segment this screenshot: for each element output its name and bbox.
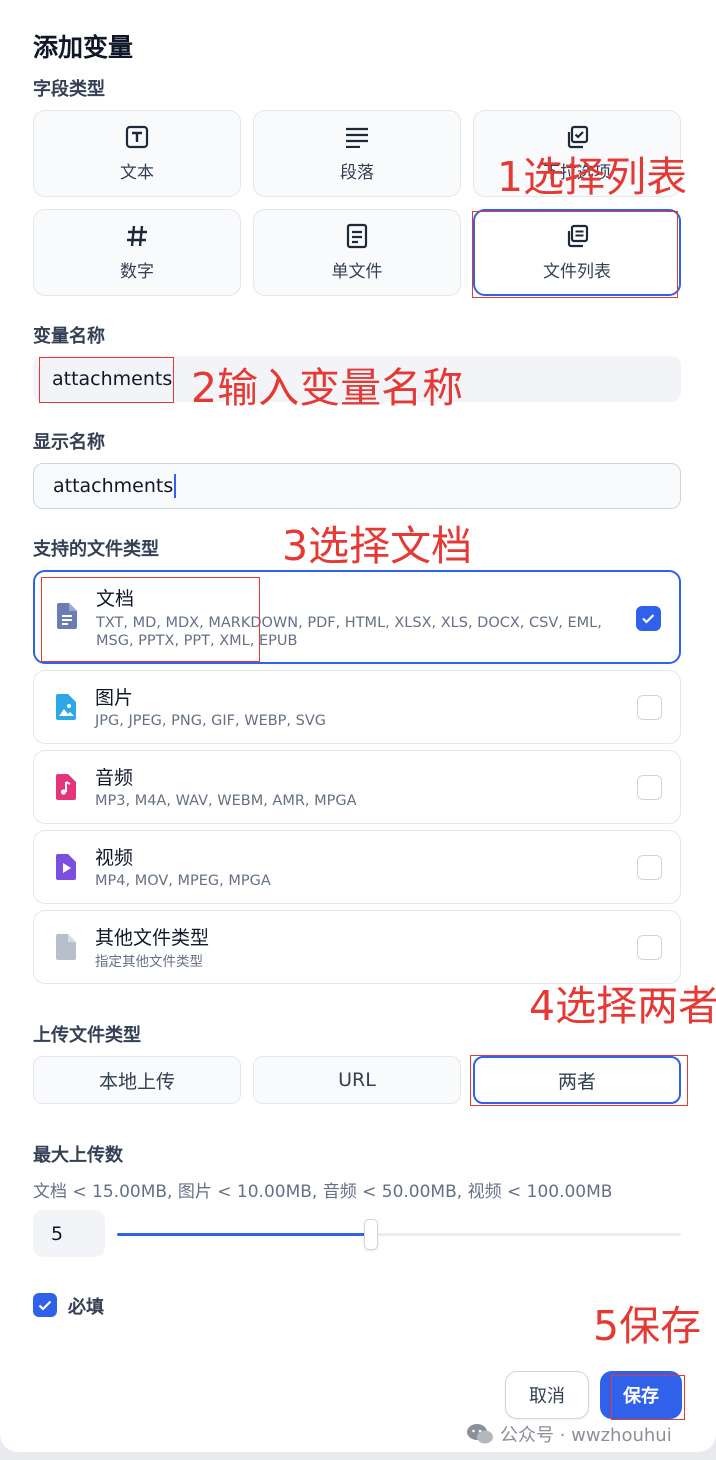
paragraph-icon [344, 124, 370, 150]
upload-method-label: 上传文件类型 [33, 1025, 141, 1046]
required-checkbox[interactable] [33, 1293, 57, 1317]
max-upload-slider[interactable] [117, 1219, 681, 1250]
watermark-text: 公众号 · wwzhouhui [500, 1425, 672, 1446]
field-type-paragraph[interactable]: 段落 [253, 110, 461, 197]
file-type-desc-other: 指定其他文件类型 [95, 954, 203, 970]
check-icon [38, 1300, 52, 1311]
file-type-name-other: 其他文件类型 [95, 927, 210, 949]
file-type-name-video: 视频 [95, 847, 134, 869]
video-icon [54, 853, 82, 883]
field-type-label-single-file: 单文件 [331, 262, 383, 282]
file-icon [344, 223, 370, 249]
file-type-video[interactable]: 视频 MP4, MOV, MPEG, MPGA [33, 830, 681, 904]
file-types-label: 支持的文件类型 [33, 539, 159, 560]
file-type-image-checkbox[interactable] [637, 695, 662, 720]
dialog-title: 添加变量 [33, 33, 134, 62]
annotation-step2: 2输入变量名称 [191, 364, 464, 412]
file-type-audio[interactable]: 音频 MP3, M4A, WAV, WEBM, AMR, MPGA [33, 750, 681, 824]
max-upload-value: 5 [51, 1222, 64, 1245]
max-upload-input[interactable]: 5 [33, 1210, 105, 1257]
annotation-box-file-list [472, 211, 678, 298]
upload-method-url[interactable]: URL [253, 1056, 461, 1104]
check-icon [642, 614, 655, 624]
file-type-image[interactable]: 图片 JPG, JPEG, PNG, GIF, WEBP, SVG [33, 670, 681, 744]
watermark: 公众号 · wwzhouhui [466, 1421, 672, 1447]
annotation-box-save [611, 1375, 685, 1420]
annotation-step4: 4选择两者 [529, 982, 716, 1030]
file-type-audio-checkbox[interactable] [637, 775, 662, 800]
field-type-text[interactable]: 文本 [33, 110, 241, 197]
file-type-name-audio: 音频 [95, 767, 134, 789]
annotation-step3: 3选择文档 [282, 522, 473, 570]
file-type-name-image: 图片 [95, 687, 134, 709]
file-type-desc-image: JPG, JPEG, PNG, GIF, WEBP, SVG [95, 713, 326, 729]
variable-name-label: 变量名称 [33, 326, 105, 347]
hash-icon [124, 223, 150, 249]
cancel-button[interactable]: 取消 [505, 1371, 589, 1419]
field-type-single-file[interactable]: 单文件 [253, 209, 461, 296]
display-name-label: 显示名称 [33, 432, 105, 453]
display-name-input[interactable]: attachments [33, 463, 681, 509]
upload-method-local[interactable]: 本地上传 [33, 1056, 241, 1104]
other-file-icon [54, 933, 82, 963]
required-label: 必填 [68, 1297, 104, 1318]
annotation-box-variable-name [39, 357, 174, 403]
annotation-step1: 1选择列表 [497, 153, 688, 201]
file-type-desc-video: MP4, MOV, MPEG, MPGA [95, 873, 271, 889]
field-type-number[interactable]: 数字 [33, 209, 241, 296]
wechat-icon [467, 1424, 493, 1444]
image-icon [54, 693, 82, 723]
file-type-desc-audio: MP3, M4A, WAV, WEBM, AMR, MPGA [95, 793, 357, 809]
slider-thumb[interactable] [364, 1219, 378, 1250]
field-type-label-paragraph: 段落 [340, 163, 374, 183]
select-icon [564, 124, 590, 150]
annotation-box-document [41, 577, 260, 662]
file-type-video-checkbox[interactable] [637, 855, 662, 880]
file-type-document-checkbox[interactable] [636, 606, 661, 631]
audio-icon [54, 773, 82, 803]
file-type-other-checkbox[interactable] [637, 935, 662, 960]
annotation-box-both [470, 1055, 688, 1106]
max-upload-limits: 文档 < 15.00MB, 图片 < 10.00MB, 音频 < 50.00MB… [33, 1182, 613, 1202]
field-type-label-number: 数字 [120, 262, 154, 282]
slider-fill [117, 1233, 371, 1236]
file-type-other[interactable]: 其他文件类型 指定其他文件类型 [33, 910, 681, 984]
display-name-value: attachments [53, 475, 174, 497]
text-type-icon [124, 124, 150, 150]
max-upload-label: 最大上传数 [33, 1145, 123, 1166]
field-type-label-text: 文本 [120, 163, 154, 183]
text-caret [174, 474, 176, 498]
field-type-label: 字段类型 [33, 79, 105, 100]
annotation-step5: 5保存 [593, 1302, 702, 1350]
